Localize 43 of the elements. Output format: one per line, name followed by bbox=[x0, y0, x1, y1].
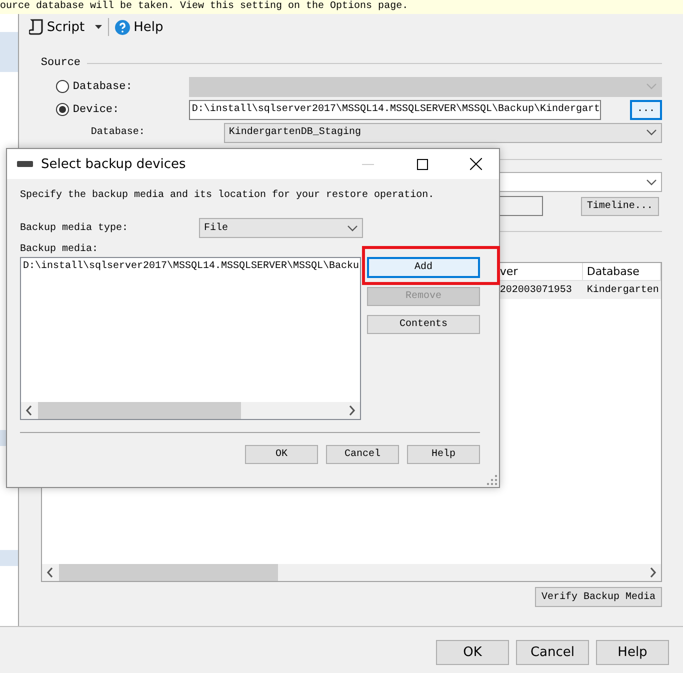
resize-grip-icon bbox=[487, 475, 497, 485]
device-path-field[interactable]: D:\install\sqlserver2017\MSSQL14.MSSQLSERVER\MSSQL\Backup\Kindergart bbox=[188, 100, 601, 120]
dialog-button[interactable]: OK bbox=[436, 640, 509, 665]
window-title: Select backup devices bbox=[41, 156, 187, 172]
chevron-icon bbox=[646, 83, 657, 90]
script-icon bbox=[28, 19, 43, 35]
caret-icon bbox=[94, 25, 102, 29]
dialog-button[interactable]: Help bbox=[596, 640, 669, 665]
banner-text: ource database will be taken. View this setting on the Options page. bbox=[0, 0, 408, 13]
dialog-button[interactable]: Help bbox=[407, 445, 480, 464]
section-title: Source bbox=[40, 57, 81, 69]
side-button[interactable]: Add bbox=[367, 257, 480, 278]
toolbar-button[interactable]: Script bbox=[26, 19, 104, 35]
media-type-dropdown[interactable]: File bbox=[199, 218, 363, 238]
browse-button[interactable]: ... bbox=[630, 100, 662, 120]
verify-button[interactable]: Verify Backup Media bbox=[535, 587, 662, 607]
timeline-button[interactable]: Timeline... bbox=[580, 196, 659, 216]
toolbar-button[interactable]: Help bbox=[112, 20, 166, 34]
field-label: Backup media type: bbox=[20, 222, 130, 234]
help-icon bbox=[114, 20, 130, 34]
table-cell-text: Kindergarten bbox=[586, 284, 660, 298]
instruction-text: Specify the backup media and its location for your restore operation. bbox=[20, 190, 436, 201]
table-cell-text: 202003071953 bbox=[498, 284, 573, 298]
tape-drive-icon bbox=[17, 161, 33, 167]
radio-option[interactable]: Database: bbox=[56, 80, 189, 93]
field-label: Backup media: bbox=[20, 244, 100, 255]
chevron-icon bbox=[646, 129, 657, 136]
dialog-button[interactable]: Cancel bbox=[516, 640, 589, 665]
dialog-button[interactable]: OK bbox=[245, 445, 318, 464]
chevron-icon bbox=[646, 178, 657, 186]
chevron-icon bbox=[347, 224, 358, 232]
field-label: Database: bbox=[90, 127, 146, 138]
database-dropdown[interactable]: KindergartenDB_Staging bbox=[224, 122, 662, 142]
list-item[interactable]: D:\install\sqlserver2017\MSSQL14.MSSQLSERVER\MSSQL\Backu bbox=[21, 258, 360, 274]
dialog-button[interactable]: Cancel bbox=[326, 445, 399, 464]
radio-option[interactable]: Device: bbox=[56, 103, 189, 116]
close-icon bbox=[470, 158, 482, 170]
sidebar-highlight bbox=[0, 550, 18, 566]
sidebar-highlight bbox=[0, 32, 18, 72]
maximize-icon bbox=[416, 158, 428, 170]
side-button[interactable]: Contents bbox=[367, 315, 480, 334]
horizontal-scrollbar[interactable] bbox=[21, 402, 360, 419]
horizontal-scrollbar[interactable] bbox=[42, 564, 661, 581]
